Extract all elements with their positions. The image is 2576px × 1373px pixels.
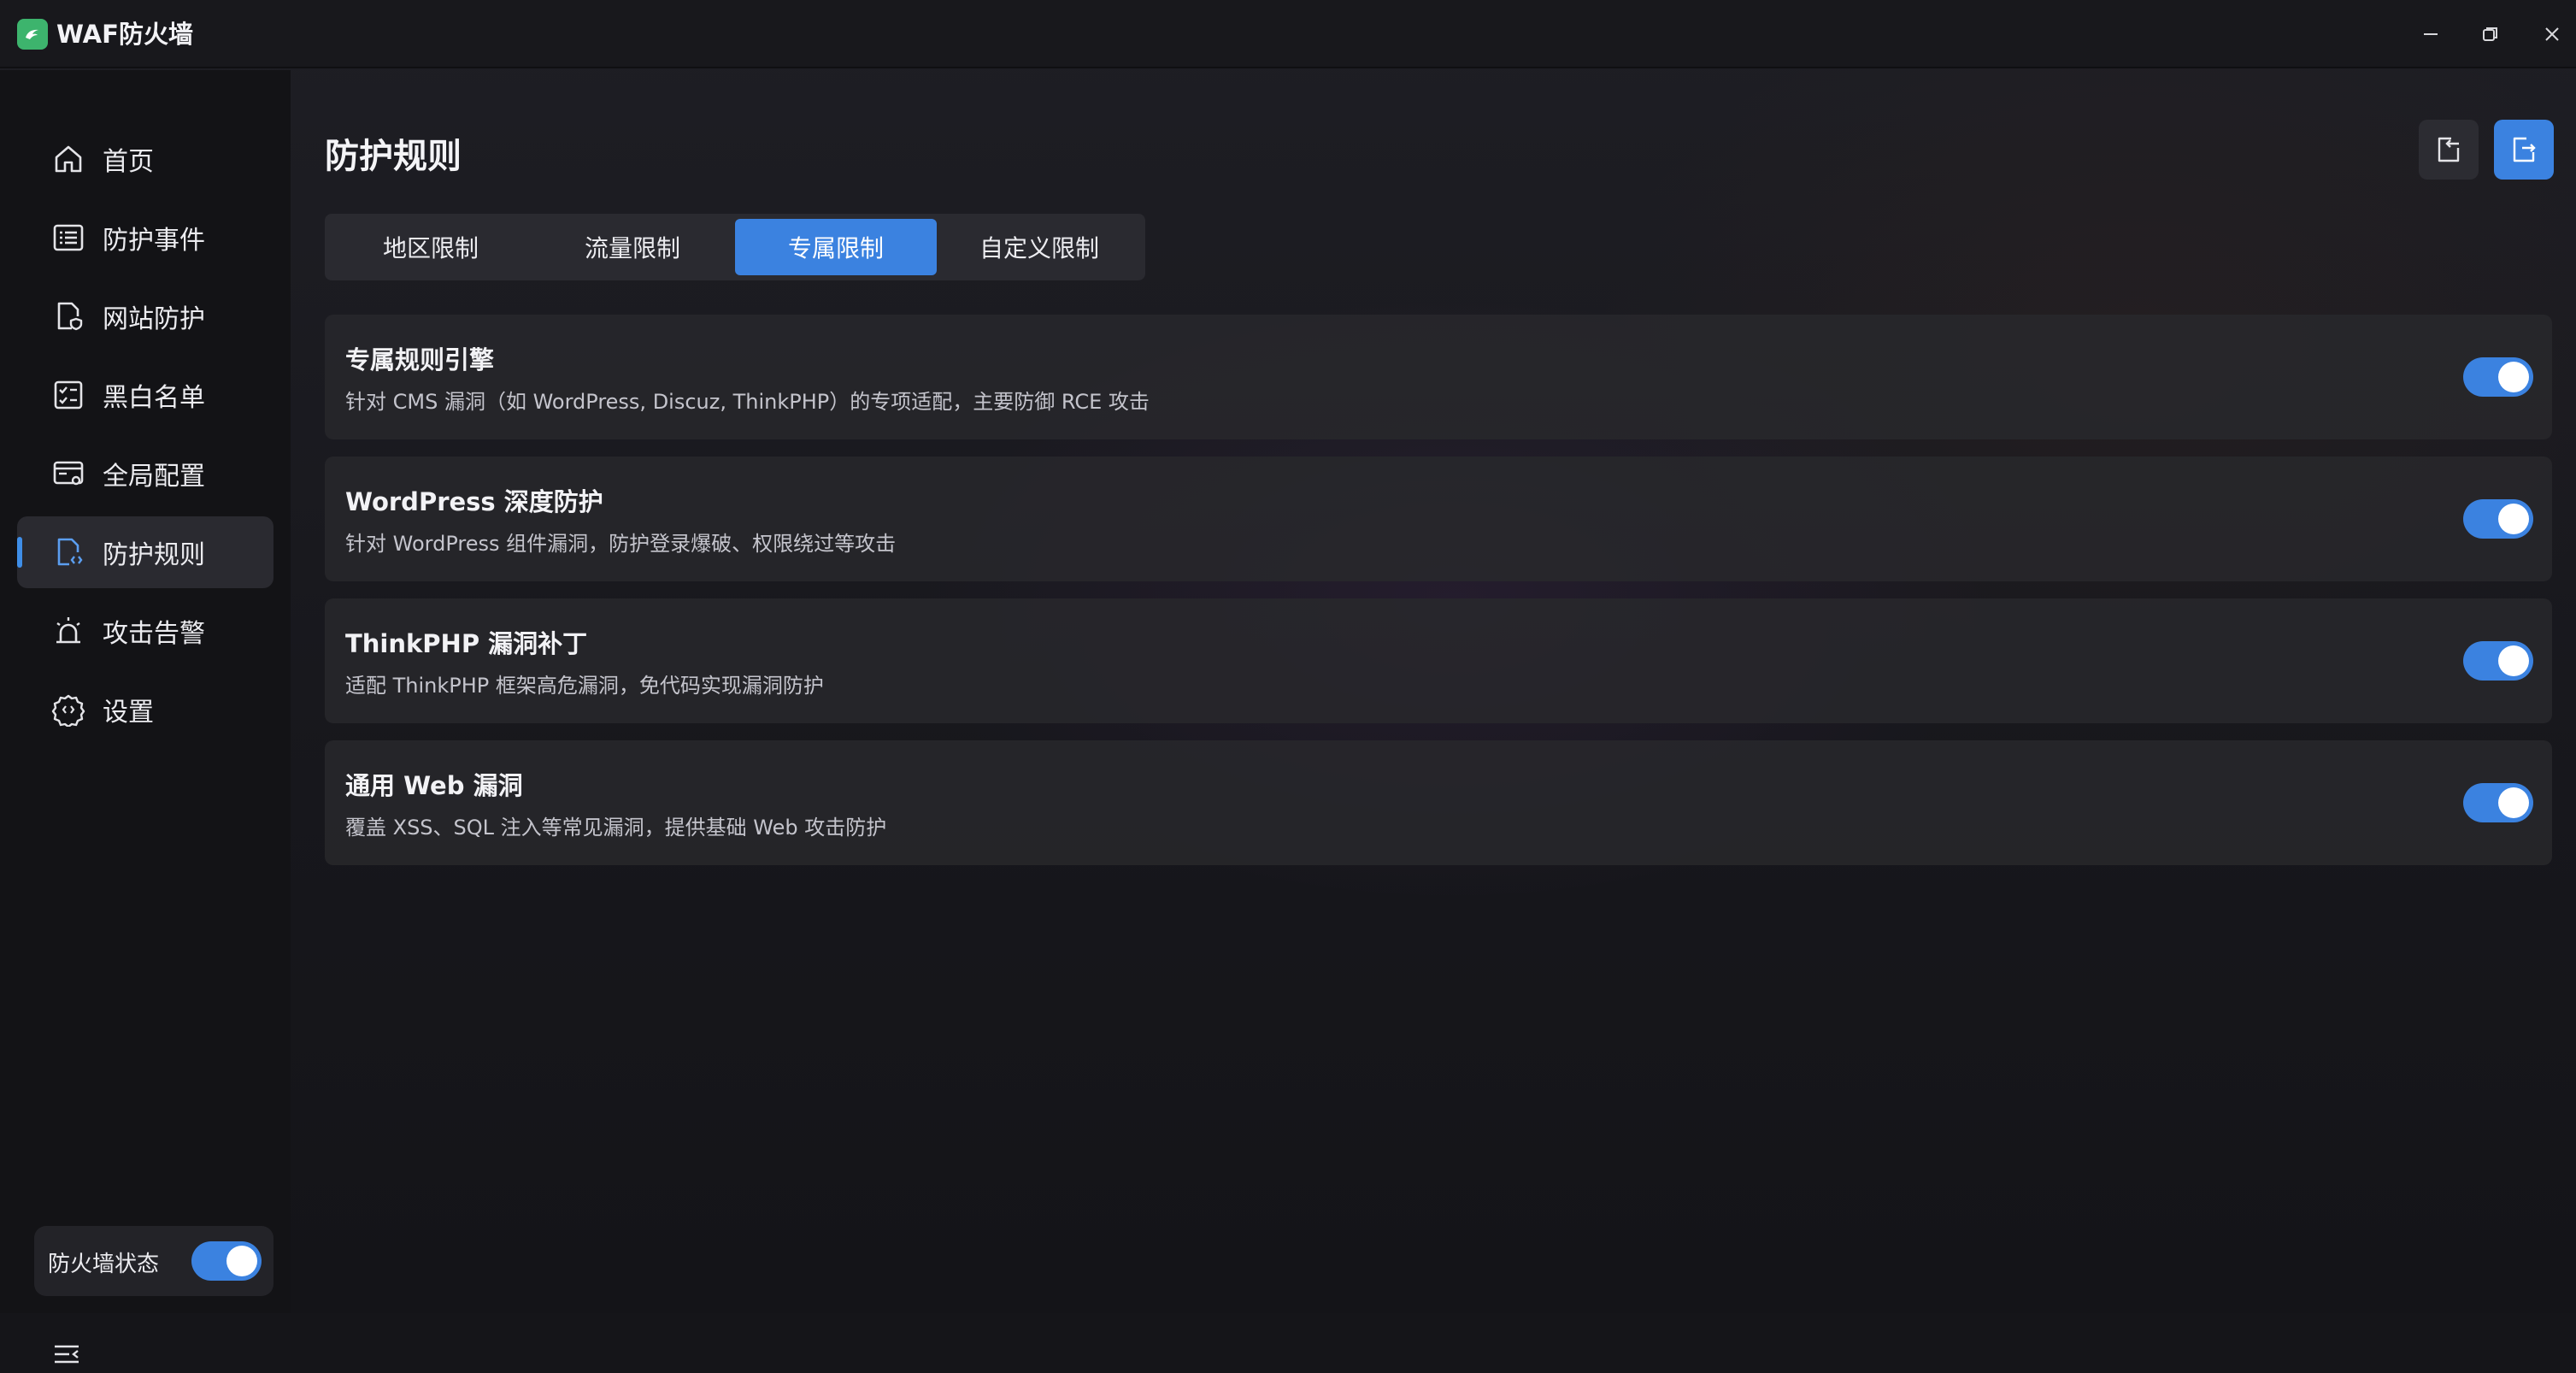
sidebar-item-label: 首页 xyxy=(103,147,154,177)
rule-card-generic-web: 通用 Web 漏洞 覆盖 XSS、SQL 注入等常见漏洞，提供基础 Web 攻击… xyxy=(325,740,2552,865)
firewall-status-panel: 防火墙状态 xyxy=(34,1226,273,1296)
sidebar-item-label: 黑白名单 xyxy=(103,383,205,413)
rule-title: ThinkPHP 漏洞补丁 xyxy=(345,629,588,658)
sidebar-item-home[interactable]: 首页 xyxy=(17,123,273,195)
rule-toggle[interactable] xyxy=(2463,499,2533,539)
rule-card-wordpress: WordPress 深度防护 针对 WordPress 组件漏洞，防护登录爆破、… xyxy=(325,457,2552,581)
sidebar-item-events[interactable]: 防护事件 xyxy=(17,202,273,274)
sidebar-item-site-protection[interactable]: 网站防护 xyxy=(17,280,273,352)
rule-tabs: 地区限制 流量限制 专属限制 自定义限制 xyxy=(325,214,1145,280)
sidebar-item-protection-rules[interactable]: 防护规则 xyxy=(17,516,273,588)
restore-button[interactable] xyxy=(2467,14,2514,55)
home-icon xyxy=(50,140,87,178)
app-logo-icon xyxy=(17,19,48,50)
tab-exclusive-limit[interactable]: 专属限制 xyxy=(735,219,937,275)
code-file-icon xyxy=(50,533,87,571)
title-bar: WAF防火墙 xyxy=(0,0,2576,68)
sidebar: 首页 防护事件 网站防护 黑白名单 全局配置 防护规则 攻击告警 设置 防火墙状… xyxy=(0,70,291,1364)
rule-card-thinkphp: ThinkPHP 漏洞补丁 适配 ThinkPHP 框架高危漏洞，免代码实现漏洞… xyxy=(325,598,2552,723)
gear-icon xyxy=(50,691,87,728)
sidebar-item-label: 攻击告警 xyxy=(103,619,205,649)
active-indicator xyxy=(17,537,22,568)
rule-toggle[interactable] xyxy=(2463,641,2533,681)
rule-toggle[interactable] xyxy=(2463,783,2533,822)
tab-custom-limit[interactable]: 自定义限制 xyxy=(938,219,1140,275)
close-icon xyxy=(2545,27,2559,41)
firewall-status-label: 防火墙状态 xyxy=(48,1252,160,1277)
rule-toggle[interactable] xyxy=(2463,357,2533,397)
toggle-knob xyxy=(2498,362,2529,392)
restore-icon xyxy=(2483,27,2497,41)
minimize-button[interactable] xyxy=(2407,14,2455,55)
menu-collapse-icon xyxy=(55,1345,79,1364)
minimize-icon xyxy=(2424,33,2438,35)
rule-description: 针对 CMS 漏洞（如 WordPress, Discuz, ThinkPHP）… xyxy=(345,390,1150,414)
export-button[interactable] xyxy=(2494,120,2554,180)
import-icon xyxy=(2438,137,2460,162)
alarm-icon xyxy=(50,612,87,650)
toggle-knob xyxy=(2498,787,2529,818)
sidebar-item-label: 全局配置 xyxy=(103,462,205,492)
tab-region-limit[interactable]: 地区限制 xyxy=(330,219,532,275)
export-icon xyxy=(2513,137,2536,162)
app-title: WAF防火墙 xyxy=(56,20,193,49)
rule-title: 专属规则引擎 xyxy=(345,345,495,374)
firewall-status-toggle[interactable] xyxy=(191,1241,262,1281)
toggle-knob xyxy=(226,1246,257,1276)
sidebar-item-label: 防护规则 xyxy=(103,540,205,570)
page-title: 防护规则 xyxy=(325,137,462,176)
rule-card-exclusive-engine: 专属规则引擎 针对 CMS 漏洞（如 WordPress, Discuz, Th… xyxy=(325,315,2552,439)
sidebar-item-global-config[interactable]: 全局配置 xyxy=(17,438,273,510)
rule-description: 针对 WordPress 组件漏洞，防护登录爆破、权限绕过等攻击 xyxy=(345,532,897,556)
checklist-icon xyxy=(50,376,87,414)
rule-title: WordPress 深度防护 xyxy=(345,487,603,516)
sidebar-item-label: 网站防护 xyxy=(103,304,205,334)
sidebar-item-attack-alerts[interactable]: 攻击告警 xyxy=(17,595,273,667)
shield-file-icon xyxy=(50,298,87,335)
toggle-knob xyxy=(2498,504,2529,534)
app-window: WAF防火墙 首页 防护事件 网站防护 黑白名单 全局配置 防护规则 攻击告警 … xyxy=(0,0,2576,1364)
collapse-menu-button[interactable] xyxy=(48,1335,85,1373)
list-icon xyxy=(50,219,87,256)
config-icon xyxy=(50,455,87,492)
tab-traffic-limit[interactable]: 流量限制 xyxy=(532,219,733,275)
rule-description: 覆盖 XSS、SQL 注入等常见漏洞，提供基础 Web 攻击防护 xyxy=(345,816,887,840)
sidebar-item-settings[interactable]: 设置 xyxy=(17,674,273,745)
sidebar-item-label: 设置 xyxy=(103,698,154,728)
import-button[interactable] xyxy=(2419,120,2479,180)
close-button[interactable] xyxy=(2528,14,2576,55)
toggle-knob xyxy=(2498,645,2529,676)
rule-description: 适配 ThinkPHP 框架高危漏洞，免代码实现漏洞防护 xyxy=(345,674,824,698)
sidebar-item-blackwhite-list[interactable]: 黑白名单 xyxy=(17,359,273,431)
sidebar-item-label: 防护事件 xyxy=(103,226,205,256)
rule-title: 通用 Web 漏洞 xyxy=(345,771,523,800)
